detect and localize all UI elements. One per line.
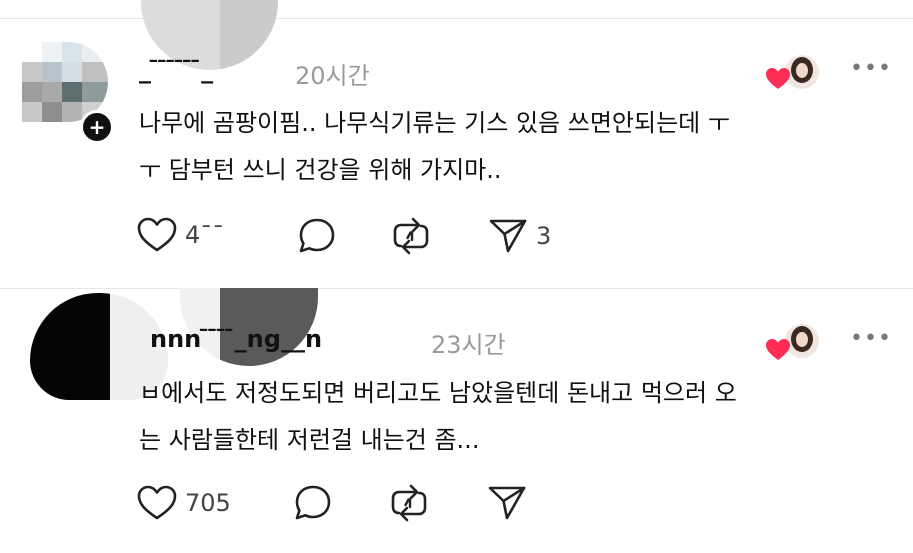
username[interactable]: nnn ̄ ̄ ̄ ̄_ng__n <box>150 325 322 353</box>
post-2[interactable]: nnn ̄ ̄ ̄ ̄_ng__n 23시간 ••• ㅂ에서도 저정도되면 버리… <box>0 288 913 553</box>
post-text-line-1: ㅂ에서도 저정도되면 버리고도 남았을텐데 돈내고 먹으러 오 <box>139 379 737 407</box>
more-dots-icon[interactable]: ••• <box>850 326 892 351</box>
post-text: ㅂ에서도 저정도되면 버리고도 남았을텐데 돈내고 먹으러 오 는 사람들한테 … <box>139 370 899 464</box>
heart-outline-icon <box>137 485 177 520</box>
paper-plane-icon[interactable] <box>487 485 527 521</box>
post-text-line-2: 는 사람들한테 저런걸 내는건 좀... <box>139 426 480 454</box>
share-count: 3 <box>536 222 552 250</box>
reply-speech-bubble-icon[interactable] <box>297 217 337 255</box>
more-dots-icon[interactable]: ••• <box>850 56 892 81</box>
timestamp: 20시간 <box>295 62 370 90</box>
post-text-line-1: 나무에 곰팡이핌.. 나무식기류는 기스 있음 쓰면안되는데 ㅜ <box>139 109 730 137</box>
timestamp: 23시간 <box>431 331 506 359</box>
liker-avatar <box>785 55 819 89</box>
username[interactable]: _ ̄ ̄ ̄ ̄ ̄ ̄_ <box>139 56 213 84</box>
repost-arrows-icon[interactable] <box>390 216 432 256</box>
follow-plus-icon[interactable]: + <box>80 110 114 144</box>
reply-speech-bubble-icon[interactable] <box>293 484 333 522</box>
heart-outline-icon <box>137 217 177 252</box>
heart-badge-icon <box>766 339 790 360</box>
post-1[interactable]: + _ ̄ ̄ ̄ ̄ ̄ ̄_ 20시간 ••• 나무에 곰팡이핌.. 나무식… <box>0 0 913 288</box>
liker-avatar <box>785 324 819 358</box>
paper-plane-icon <box>489 219 527 253</box>
like-button[interactable]: 705 <box>137 485 231 521</box>
post-text: 나무에 곰팡이핌.. 나무식기류는 기스 있음 쓰면안되는데 ㅜ ㅜ 담부턴 쓰… <box>139 100 899 194</box>
repost-arrows-icon[interactable] <box>388 483 430 523</box>
post-text-line-2: ㅜ 담부턴 쓰니 건강을 위해 가지마.. <box>139 156 502 184</box>
like-count: 4¯¯ <box>185 221 225 249</box>
share-button[interactable]: 3 <box>488 218 551 254</box>
heart-badge-icon <box>766 68 790 89</box>
like-count: 705 <box>185 489 231 517</box>
like-button[interactable]: 4¯¯ <box>137 217 224 253</box>
